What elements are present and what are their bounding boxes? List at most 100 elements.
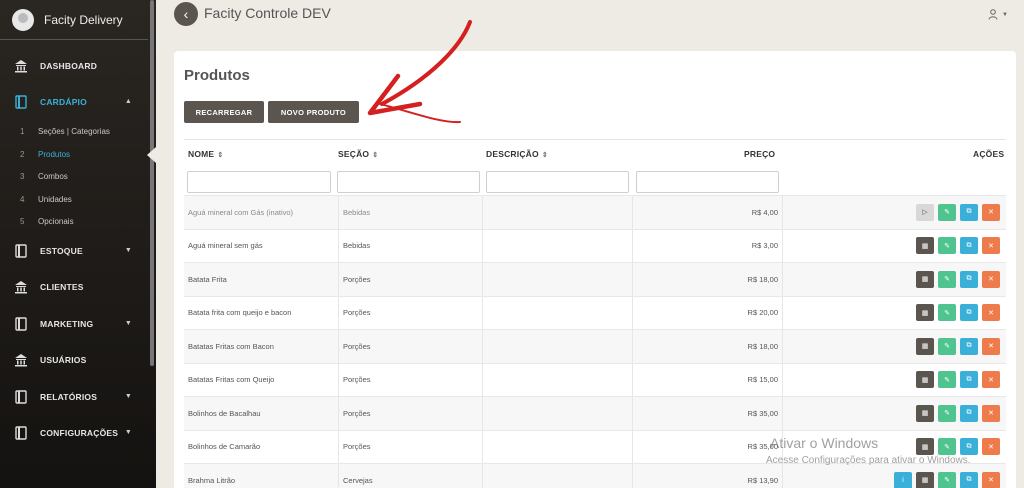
delete-button[interactable]: ✕: [982, 471, 1000, 488]
calculator-icon: ▦: [921, 477, 929, 485]
edit-button[interactable]: ✎: [938, 203, 956, 221]
column-header-name[interactable]: NOME ⇕: [188, 149, 223, 159]
duplicate-button[interactable]: ⧉: [960, 337, 978, 355]
column-header-actions: AÇÕES: [973, 149, 1005, 159]
stock-button[interactable]: ▦: [916, 438, 934, 456]
edit-button[interactable]: ✎: [938, 270, 956, 288]
close-icon: ✕: [988, 309, 994, 317]
reload-button[interactable]: RECARREGAR: [184, 101, 264, 123]
duplicate-button[interactable]: ⧉: [960, 438, 978, 456]
info-button[interactable]: i: [894, 471, 912, 488]
stock-button[interactable]: ▦: [916, 304, 934, 322]
chevron-up-icon: ▲: [124, 98, 132, 105]
sidebar-item-marketing[interactable]: MARKETING ▼: [0, 314, 150, 334]
edit-button[interactable]: ✎: [938, 304, 956, 322]
sidebar-subitem-produtos[interactable]: 2 Produtos: [20, 150, 70, 159]
duplicate-button[interactable]: ⧉: [960, 237, 978, 255]
duplicate-button[interactable]: ⧉: [960, 203, 978, 221]
activate-button[interactable]: ▷: [916, 203, 934, 221]
sidebar-item-label: ESTOQUE: [40, 246, 83, 256]
sidebar-subitem-combos[interactable]: 3 Combos: [20, 172, 68, 181]
column-header-section[interactable]: SEÇÃO ⇕: [338, 149, 378, 159]
filter-section-input[interactable]: [337, 171, 480, 193]
table-row[interactable]: Batata Frita Porções R$ 18,00 ▦ ✎ ⧉ ✕: [184, 262, 1006, 296]
delete-button[interactable]: ✕: [982, 438, 1000, 456]
subitem-label: Seções | Categorias: [38, 127, 110, 136]
stock-button[interactable]: ▦: [916, 404, 934, 422]
sidebar-item-label: DASHBOARD: [40, 61, 98, 71]
sidebar-subitem-unidades[interactable]: 4 Unidades: [20, 195, 72, 204]
edit-button[interactable]: ✎: [938, 337, 956, 355]
calculator-icon: ▦: [921, 309, 929, 317]
edit-button[interactable]: ✎: [938, 237, 956, 255]
table-row[interactable]: Batata frita com queijo e bacon Porções R$…: [184, 295, 1006, 329]
delete-button[interactable]: ✕: [982, 203, 1000, 221]
sidebar-item-label: CARDÁPIO: [40, 97, 87, 107]
table-row[interactable]: Batatas Fritas com Bacon Porções R$ 18,00 ▦…: [184, 329, 1006, 363]
delete-button[interactable]: ✕: [982, 404, 1000, 422]
cell-actions: ▦ ✎ ⧉ ✕: [782, 397, 1006, 430]
sidebar-scrollbar[interactable]: [150, 0, 154, 366]
table-row[interactable]: Batatas Fritas com Queijo Porções R$ 15,00…: [184, 362, 1006, 396]
duplicate-button[interactable]: ⧉: [960, 371, 978, 389]
copy-icon: ⧉: [966, 241, 972, 249]
sidebar-subitem-secoes[interactable]: 1 Seções | Categorias: [20, 127, 110, 136]
stock-button[interactable]: ▦: [916, 337, 934, 355]
duplicate-button[interactable]: ⧉: [960, 270, 978, 288]
edit-icon: ✎: [944, 242, 950, 250]
edit-button[interactable]: ✎: [938, 438, 956, 456]
subitem-label: Produtos: [38, 150, 71, 159]
close-icon: ✕: [988, 343, 994, 351]
sidebar-item-clientes[interactable]: CLIENTES: [0, 277, 150, 297]
filter-price-input[interactable]: [636, 171, 779, 193]
delete-button[interactable]: ✕: [982, 337, 1000, 355]
user-menu[interactable]: ▼: [988, 9, 1008, 20]
bank-icon: [15, 281, 27, 294]
edit-button[interactable]: ✎: [938, 471, 956, 488]
copy-icon: ⧉: [966, 442, 972, 450]
table-row[interactable]: Aguá mineral com Gás (inativo) Bebidas R$ …: [184, 195, 1006, 229]
info-icon: i: [902, 476, 904, 484]
stock-button[interactable]: ▦: [916, 270, 934, 288]
table-row[interactable]: Bolinhos de Bacalhau Porções R$ 35,00 ▦ ✎ ⧉ ✕: [184, 396, 1006, 430]
cell-price: R$ 4,00: [632, 196, 782, 229]
sidebar-item-usuarios[interactable]: USUÁRIOS: [0, 350, 150, 370]
sidebar-item-estoque[interactable]: ESTOQUE ▼: [0, 241, 150, 261]
filter-description-input[interactable]: [486, 171, 629, 193]
user-icon: [988, 9, 998, 20]
table-row[interactable]: Brahma Litrão Cervejas R$ 13,90 i ▦ ✎ ⧉ ✕: [184, 463, 1006, 488]
edit-icon: ✎: [944, 276, 950, 284]
sidebar-item-cardapio[interactable]: CARDÁPIO ▲: [0, 92, 150, 112]
filter-name-input[interactable]: [187, 171, 331, 193]
stock-button[interactable]: ▦: [916, 371, 934, 389]
close-icon: ✕: [988, 477, 994, 485]
book-icon: [15, 426, 27, 440]
edit-icon: ✎: [944, 309, 950, 317]
delete-button[interactable]: ✕: [982, 237, 1000, 255]
avatar[interactable]: [12, 8, 34, 31]
cell-section: Porções: [338, 430, 483, 463]
duplicate-button[interactable]: ⧉: [960, 404, 978, 422]
cell-actions: ▦ ✎ ⧉ ✕: [782, 296, 1006, 329]
chevron-down-icon: ▼: [124, 393, 132, 400]
column-header-description[interactable]: DESCRIÇÃO ⇕: [486, 149, 548, 159]
duplicate-button[interactable]: ⧉: [960, 471, 978, 488]
sidebar-item-configuracoes[interactable]: CONFIGURAÇÕES ▼: [0, 423, 150, 443]
sidebar-subitem-opcionais[interactable]: 5 Opcionais: [20, 217, 74, 226]
table-row[interactable]: Aguá mineral sem gás Bebidas R$ 3,00 ▦ ✎ ⧉ ✕: [184, 228, 1006, 262]
new-product-button[interactable]: NOVO PRODUTO: [268, 101, 359, 123]
delete-button[interactable]: ✕: [982, 270, 1000, 288]
edit-button[interactable]: ✎: [938, 404, 956, 422]
sidebar-item-dashboard[interactable]: DASHBOARD: [0, 56, 150, 76]
edit-button[interactable]: ✎: [938, 371, 956, 389]
bank-icon: [15, 60, 27, 73]
sidebar-item-relatorios[interactable]: RELATÓRIOS ▼: [0, 387, 150, 407]
stock-button[interactable]: ▦: [916, 237, 934, 255]
subitem-number: 2: [20, 150, 25, 159]
delete-button[interactable]: ✕: [982, 304, 1000, 322]
duplicate-button[interactable]: ⧉: [960, 304, 978, 322]
back-button[interactable]: ‹: [174, 2, 198, 26]
delete-button[interactable]: ✕: [982, 371, 1000, 389]
cell-name: Batata frita com queijo e bacon: [188, 308, 292, 318]
stock-button[interactable]: ▦: [916, 471, 934, 488]
